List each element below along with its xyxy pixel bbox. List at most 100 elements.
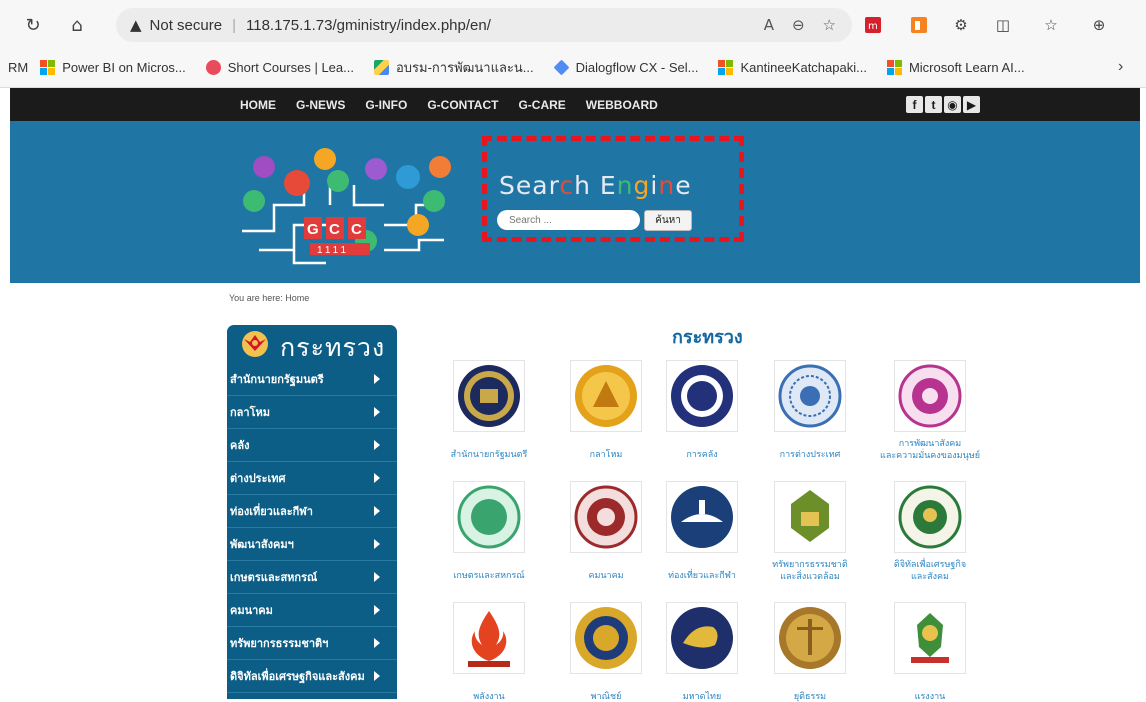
bookmark-item[interactable]: Microsoft Learn AI... [886, 59, 1025, 75]
nav-g-news[interactable]: G-NEWS [296, 98, 345, 112]
seal-icon [574, 485, 638, 549]
seal-icon [778, 364, 842, 428]
security-label: Not secure [149, 16, 223, 34]
home-icon[interactable]: ⌂ [62, 10, 92, 40]
ministry-card-agriculture[interactable]: เกษตรและสหกรณ์ [429, 481, 549, 581]
ministry-label: การพัฒนาสังคม [898, 438, 962, 448]
ministry-label: ยุติธรรม [793, 691, 827, 701]
sidebar-item-label: คมนาคม [230, 605, 273, 617]
bookmark-label: RM [8, 59, 29, 75]
extension-red-icon[interactable]: m [862, 14, 884, 36]
ministry-emblem [570, 481, 642, 553]
ministry-label: ท่องเที่ยวและกีฬา [668, 570, 736, 580]
bookmark-item[interactable]: RM [8, 60, 28, 75]
bookmark-item[interactable]: อบรม-การพัฒนาและน... [373, 57, 534, 78]
sidebar-item-tourism-sports[interactable]: ท่องเที่ยวและกีฬา [227, 495, 397, 528]
ministry-label: การต่างประเทศ [779, 449, 841, 459]
seal-icon [791, 490, 829, 542]
arrow-right-icon [374, 671, 380, 681]
nav-g-info[interactable]: G-INFO [365, 98, 407, 112]
ministry-label: คมนาคม [588, 570, 624, 580]
seal-icon [458, 365, 520, 427]
nav-g-contact[interactable]: G-CONTACT [427, 98, 498, 112]
sidebar-item-social-development[interactable]: พัฒนาสังคมฯ [227, 528, 397, 561]
warning-icon: ▲ [130, 16, 142, 34]
sidebar-item-natural-resources[interactable]: ทรัพยากรธรรมชาติฯ [227, 627, 397, 660]
favorite-star-icon[interactable]: ☆ [823, 16, 836, 34]
svg-text:1111: 1111 [317, 245, 349, 256]
seal-icon [671, 607, 733, 669]
header-banner: G C C 1111 Search Engine ค้นหา [10, 121, 1140, 283]
arrow-right-icon [374, 440, 380, 450]
search-engine-highlight: Search Engine ค้นหา [482, 136, 744, 242]
zoom-icon[interactable]: ⊖ [792, 16, 805, 34]
bookmark-label: Power BI on Micros... [62, 59, 186, 75]
youtube-icon[interactable]: ▶ [963, 96, 980, 113]
bookmark-item[interactable]: KantineeKatchapaki... [718, 59, 867, 75]
arrow-right-icon [374, 605, 380, 615]
nav-g-care[interactable]: G-CARE [518, 98, 565, 112]
ministry-card-tourism-sports[interactable]: ท่องเที่ยวและกีฬา [642, 481, 762, 581]
bookmark-item[interactable]: Dialogflow CX - Sel... [553, 59, 698, 75]
url-text[interactable]: 118.175.1.73/gministry/index.php/en/ [246, 17, 491, 34]
nav-webboard[interactable]: WEBBOARD [586, 98, 658, 112]
address-separator: | [232, 16, 236, 34]
arrow-right-icon [374, 506, 380, 516]
arrow-right-icon [374, 638, 380, 648]
main-title: กระทรวง [672, 327, 743, 347]
ministry-label: การคลัง [686, 449, 718, 459]
split-screen-icon[interactable]: ◫ [992, 14, 1014, 36]
bookmark-label: Microsoft Learn AI... [908, 59, 1025, 75]
ministry-card-foreign-affairs[interactable]: การต่างประเทศ [750, 360, 870, 460]
sidebar-title: กระทรวง [280, 334, 386, 362]
rss-icon[interactable]: ◉ [944, 96, 961, 113]
favorites-icon[interactable]: ☆ [1040, 14, 1062, 36]
ministry-card-prime-minister[interactable]: สำนักนายกรัฐมนตรี [429, 360, 549, 460]
ministry-emblem [453, 481, 525, 553]
ministry-emblem [453, 602, 525, 674]
search-input[interactable] [497, 210, 640, 230]
sidebar-header: กระทรวง [227, 325, 397, 363]
arrow-right-icon [374, 374, 380, 384]
twitter-icon[interactable]: t [925, 96, 942, 113]
bookmark-item[interactable]: Short Courses | Lea... [205, 59, 354, 75]
address-bar[interactable]: ▲ Not secure | 118.175.1.73/gministry/in… [116, 8, 852, 42]
sidebar-item-agriculture[interactable]: เกษตรและสหกรณ์ [227, 561, 397, 594]
ministry-card-interior[interactable]: มหาดไทย [642, 602, 762, 702]
arrow-right-icon [374, 539, 380, 549]
seal-icon [779, 607, 841, 669]
dialogflow-icon [553, 59, 570, 75]
svg-text:m: m [868, 21, 878, 32]
ministry-card-labour[interactable]: แรงงาน [870, 602, 990, 702]
ministry-card-finance[interactable]: การคลัง [642, 360, 762, 460]
ministry-card-natural-resources[interactable]: ทรัพยากรธรรมชาติ และสิ่งแวดล้อม [750, 481, 870, 582]
sidebar-item-foreign-affairs[interactable]: ต่างประเทศ [227, 462, 397, 495]
sidebar-item-prime-minister[interactable]: สำนักนายกรัฐมนตรี [227, 363, 397, 396]
ministry-label-line2: และสังคม [911, 571, 949, 581]
extensions-icon[interactable]: ⚙ [950, 14, 972, 36]
seal-icon [575, 365, 637, 427]
chevron-right-icon[interactable]: › [1118, 58, 1123, 76]
extension-orange-icon[interactable] [908, 14, 930, 36]
ministry-emblem [774, 602, 846, 674]
ministry-sidebar: กระทรวง สำนักนายกรัฐมนตรี กลาโหม คลัง ต่… [227, 325, 397, 699]
facebook-icon[interactable]: f [906, 96, 923, 113]
refresh-icon[interactable]: ↻ [18, 10, 48, 40]
ministry-card-digital-economy[interactable]: ดิจิทัลเพื่อเศรษฐกิจ และสังคม [870, 481, 990, 582]
collections-icon[interactable]: ⊕ [1088, 14, 1110, 36]
search-button[interactable]: ค้นหา [644, 210, 692, 231]
bookmark-item[interactable]: Power BI on Micros... [40, 59, 186, 75]
seal-icon [671, 486, 733, 548]
sidebar-item-finance[interactable]: คลัง [227, 429, 397, 462]
sidebar-item-digital-economy[interactable]: ดิจิทัลเพื่อเศรษฐกิจและสังคม [227, 660, 397, 693]
read-aloud-icon[interactable]: A [764, 16, 774, 34]
sidebar-item-transport[interactable]: คมนาคม [227, 594, 397, 627]
ministry-emblem [666, 481, 738, 553]
ministry-card-energy[interactable]: พลังงาน [429, 602, 549, 702]
nav-home[interactable]: HOME [240, 98, 276, 112]
sidebar-item-label: พัฒนาสังคมฯ [230, 539, 294, 551]
sidebar-item-defence[interactable]: กลาโหม [227, 396, 397, 429]
ministry-card-social-development[interactable]: การพัฒนาสังคม และความมั่นคงของมนุษย์ [870, 360, 990, 461]
ministry-card-justice[interactable]: ยุติธรรม [750, 602, 870, 702]
ministry-label: สำนักนายกรัฐมนตรี [450, 449, 528, 459]
